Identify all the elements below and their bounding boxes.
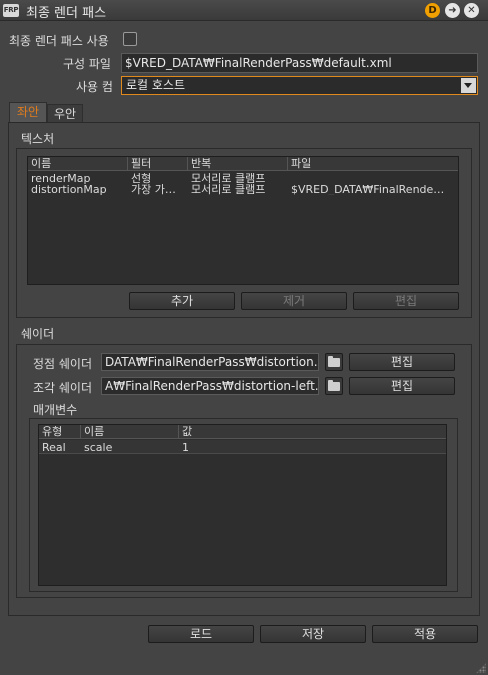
title-bar: FRP 최종 렌더 패스 D ➜ ✕ bbox=[0, 0, 488, 21]
tab-right-eye[interactable]: 우안 bbox=[47, 104, 83, 122]
folder-icon bbox=[328, 380, 340, 391]
window-title: 최종 렌더 패스 bbox=[26, 6, 107, 21]
column-header[interactable]: 필터 bbox=[128, 157, 188, 171]
texture-repeat-cell[interactable]: 모서리로 클램프 bbox=[188, 173, 288, 184]
fragment-shader-browse-button[interactable] bbox=[325, 377, 343, 395]
column-header[interactable]: 파일 bbox=[288, 157, 458, 171]
texture-section-title: 텍스처 bbox=[21, 132, 55, 146]
vertex-shader-field[interactable]: DATA₩FinalRenderPass₩distortion.vp bbox=[101, 353, 319, 371]
texture-name-cell[interactable]: renderMap bbox=[28, 173, 128, 184]
column-header[interactable]: 반복 bbox=[188, 157, 288, 171]
chevron-down-icon[interactable] bbox=[461, 78, 476, 93]
enable-checkbox[interactable] bbox=[123, 32, 137, 46]
texture-filter-cell[interactable]: 선형 bbox=[128, 173, 188, 184]
usage-select-value: 로컬 호스트 bbox=[126, 78, 186, 92]
texture-table[interactable]: 이름 필터 반복 파일 renderMap 선형 모서리로 클램프 distor… bbox=[27, 156, 459, 285]
column-header[interactable]: 이름 bbox=[28, 157, 128, 171]
usage-label: 사용 컴 bbox=[76, 80, 113, 94]
usage-select[interactable]: 로컬 호스트 bbox=[121, 76, 478, 95]
texture-filter-cell[interactable]: 가장 가… bbox=[128, 184, 188, 195]
load-button[interactable]: 로드 bbox=[148, 625, 254, 643]
column-header[interactable]: 유형 bbox=[39, 425, 81, 439]
texture-file-cell[interactable]: $VRED_DATA₩FinalRende… bbox=[288, 184, 458, 195]
edit-texture-button[interactable]: 편집 bbox=[353, 292, 459, 310]
param-value-cell[interactable]: 1 bbox=[179, 442, 446, 453]
close-icon[interactable]: ✕ bbox=[464, 3, 479, 18]
texture-repeat-cell[interactable]: 모서리로 클램프 bbox=[188, 184, 288, 195]
vertex-shader-browse-button[interactable] bbox=[325, 353, 343, 371]
config-file-field[interactable]: $VRED_DATA₩FinalRenderPass₩default.xml bbox=[121, 53, 478, 73]
tab-left-eye[interactable]: 좌안 bbox=[9, 102, 47, 122]
edit-fragment-shader-button[interactable]: 편집 bbox=[349, 377, 455, 395]
arrow-right-icon[interactable]: ➜ bbox=[445, 3, 460, 18]
config-file-label: 구성 파일 bbox=[63, 57, 111, 71]
column-header[interactable]: 값 bbox=[179, 425, 446, 439]
resize-grip-icon[interactable] bbox=[476, 663, 486, 673]
texture-table-header: 이름 필터 반복 파일 bbox=[28, 157, 458, 171]
shader-section-title: 쉐이더 bbox=[21, 327, 55, 341]
fragment-shader-field[interactable]: A₩FinalRenderPass₩distortion-left.fp bbox=[101, 377, 319, 395]
parameters-table[interactable]: 유형 이름 값 Real scale 1 bbox=[38, 424, 447, 586]
app-icon: FRP bbox=[3, 4, 19, 17]
add-texture-button[interactable]: 추가 bbox=[129, 292, 235, 310]
edit-vertex-shader-button[interactable]: 편집 bbox=[349, 353, 455, 371]
apply-button[interactable]: 적용 bbox=[372, 625, 478, 643]
column-header[interactable]: 이름 bbox=[81, 425, 179, 439]
remove-texture-button[interactable]: 제거 bbox=[241, 292, 347, 310]
dock-icon[interactable]: D bbox=[425, 3, 440, 18]
enable-label: 최종 렌더 패스 사용 bbox=[9, 34, 109, 48]
parameters-table-header: 유형 이름 값 bbox=[39, 425, 446, 439]
save-button[interactable]: 저장 bbox=[260, 625, 366, 643]
texture-name-cell[interactable]: distortionMap bbox=[28, 184, 128, 195]
folder-icon bbox=[328, 356, 340, 367]
parameters-label: 매개변수 bbox=[33, 403, 78, 417]
table-row[interactable]: Real scale 1 bbox=[39, 440, 446, 454]
fragment-shader-label: 조각 쉐이더 bbox=[33, 381, 93, 395]
param-name-cell[interactable]: scale bbox=[81, 442, 179, 453]
param-type-cell[interactable]: Real bbox=[39, 442, 81, 453]
vertex-shader-label: 정점 쉐이더 bbox=[33, 357, 93, 371]
